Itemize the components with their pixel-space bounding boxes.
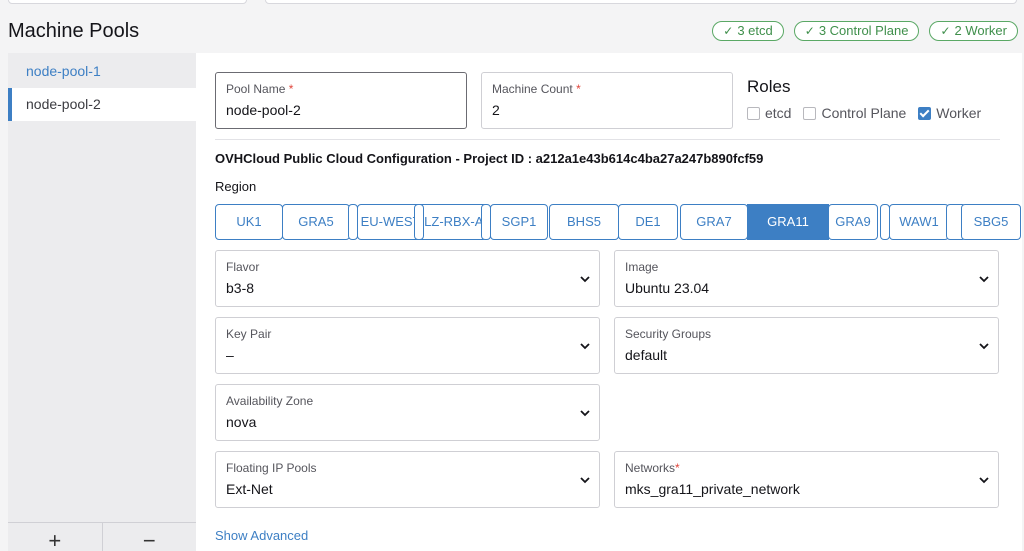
top-input-left[interactable] bbox=[8, 0, 247, 4]
status-badge: ✓ 2 Worker bbox=[929, 21, 1018, 41]
key-pair-value: – bbox=[226, 347, 234, 363]
roles-title: Roles bbox=[747, 77, 791, 96]
networks-label: Networks bbox=[625, 461, 676, 475]
flavor-value: b3-8 bbox=[226, 280, 255, 296]
pool-name-value: node-pool-2 bbox=[226, 102, 301, 118]
pool-sidebar: node-pool-1 node-pool-2 + − bbox=[8, 53, 196, 551]
chevron-down-icon bbox=[580, 276, 590, 283]
region-label: Region bbox=[215, 179, 257, 194]
pool-name-label: Pool Name bbox=[226, 82, 286, 96]
show-advanced-link[interactable]: Show Advanced bbox=[215, 528, 308, 543]
chevron-down-icon bbox=[979, 276, 989, 283]
region-option[interactable]: GRA5 bbox=[282, 204, 350, 240]
chevron-down-icon bbox=[979, 477, 989, 484]
key-pair-label: Key Pair bbox=[226, 327, 272, 341]
availability-zone-label: Availability Zone bbox=[226, 394, 314, 408]
machine-count-value: 2 bbox=[492, 102, 500, 118]
security-groups-label: Security Groups bbox=[625, 327, 712, 341]
top-input-right[interactable] bbox=[265, 0, 1017, 4]
chevron-down-icon bbox=[580, 343, 590, 350]
sidebar-footer: + − bbox=[8, 522, 196, 551]
region-option[interactable]: GRA9 bbox=[828, 204, 878, 240]
role-etcd-checkbox[interactable]: etcd bbox=[747, 105, 791, 121]
check-icon: ✓ bbox=[804, 24, 815, 38]
required-marker: * bbox=[675, 461, 680, 475]
region-option[interactable]: BHS5 bbox=[549, 204, 619, 240]
chevron-down-icon bbox=[580, 410, 590, 417]
sidebar-item-node-pool-2[interactable]: node-pool-2 bbox=[8, 88, 196, 121]
networks-value: mks_gra11_private_network bbox=[625, 481, 800, 497]
chevron-down-icon bbox=[979, 343, 989, 350]
checkbox[interactable] bbox=[803, 106, 817, 120]
machine-count-label: Machine Count bbox=[492, 82, 573, 96]
roles-group: etcd Control Plane Worker bbox=[747, 105, 985, 121]
page-title: Machine Pools bbox=[8, 20, 140, 42]
flavor-select[interactable]: Flavor b3-8 bbox=[215, 250, 600, 307]
add-pool-button[interactable]: + bbox=[8, 523, 103, 551]
remove-pool-button[interactable]: − bbox=[103, 523, 197, 551]
flavor-label: Flavor bbox=[226, 260, 260, 274]
checkbox[interactable] bbox=[747, 106, 760, 120]
role-count-badges: ✓ 3 etcd ✓ 3 Control Plane ✓ 2 Worker bbox=[712, 21, 1018, 41]
pool-name-field[interactable]: Pool Name * node-pool-2 bbox=[215, 72, 467, 129]
networks-select[interactable]: Networks* mks_gra11_private_network bbox=[614, 451, 999, 508]
required-marker: * bbox=[576, 82, 581, 96]
image-value: Ubuntu 23.04 bbox=[625, 280, 710, 296]
chevron-down-icon bbox=[580, 477, 590, 484]
check-icon: ✓ bbox=[723, 24, 734, 38]
required-marker: * bbox=[288, 82, 294, 96]
config-title: OVHCloud Public Cloud Configuration - Pr… bbox=[215, 151, 764, 166]
image-select[interactable]: Image Ubuntu 23.04 bbox=[614, 250, 999, 307]
floating-ip-pools-select[interactable]: Floating IP Pools Ext-Net bbox=[215, 451, 600, 508]
availability-zone-select[interactable]: Availability Zone nova bbox=[215, 384, 600, 441]
check-icon: ✓ bbox=[940, 24, 951, 38]
region-option[interactable]: GRA7 bbox=[680, 204, 748, 240]
availability-zone-value: nova bbox=[226, 414, 257, 430]
status-badge: ✓ 3 Control Plane bbox=[793, 21, 920, 41]
security-groups-select[interactable]: Security Groups default bbox=[614, 317, 999, 374]
role-control-plane-checkbox[interactable]: Control Plane bbox=[803, 105, 906, 121]
floating-ip-pools-value: Ext-Net bbox=[226, 481, 273, 497]
region-option[interactable]: WAW1 bbox=[889, 204, 949, 240]
image-label: Image bbox=[625, 260, 659, 274]
region-option[interactable]: UK1 bbox=[215, 204, 283, 240]
role-worker-checkbox[interactable]: Worker bbox=[918, 105, 981, 121]
pool-form: Pool Name * node-pool-2 Machine Count * … bbox=[196, 53, 1022, 551]
region-option[interactable]: SBG5 bbox=[961, 204, 1021, 240]
region-option[interactable]: DE1 bbox=[618, 204, 678, 240]
checkbox-checked[interactable] bbox=[918, 106, 932, 120]
machine-count-field[interactable]: Machine Count * 2 bbox=[481, 72, 733, 129]
security-groups-value: default bbox=[625, 347, 668, 363]
status-badge: ✓ 3 etcd bbox=[712, 21, 784, 41]
region-option-selected[interactable]: GRA11 bbox=[747, 204, 829, 240]
region-option[interactable] bbox=[414, 204, 424, 240]
key-pair-select[interactable]: Key Pair – bbox=[215, 317, 600, 374]
floating-ip-pools-label: Floating IP Pools bbox=[226, 461, 317, 475]
sidebar-item-node-pool-1[interactable]: node-pool-1 bbox=[8, 55, 196, 88]
divider bbox=[215, 139, 1000, 140]
region-option[interactable]: SGP1 bbox=[490, 204, 548, 240]
